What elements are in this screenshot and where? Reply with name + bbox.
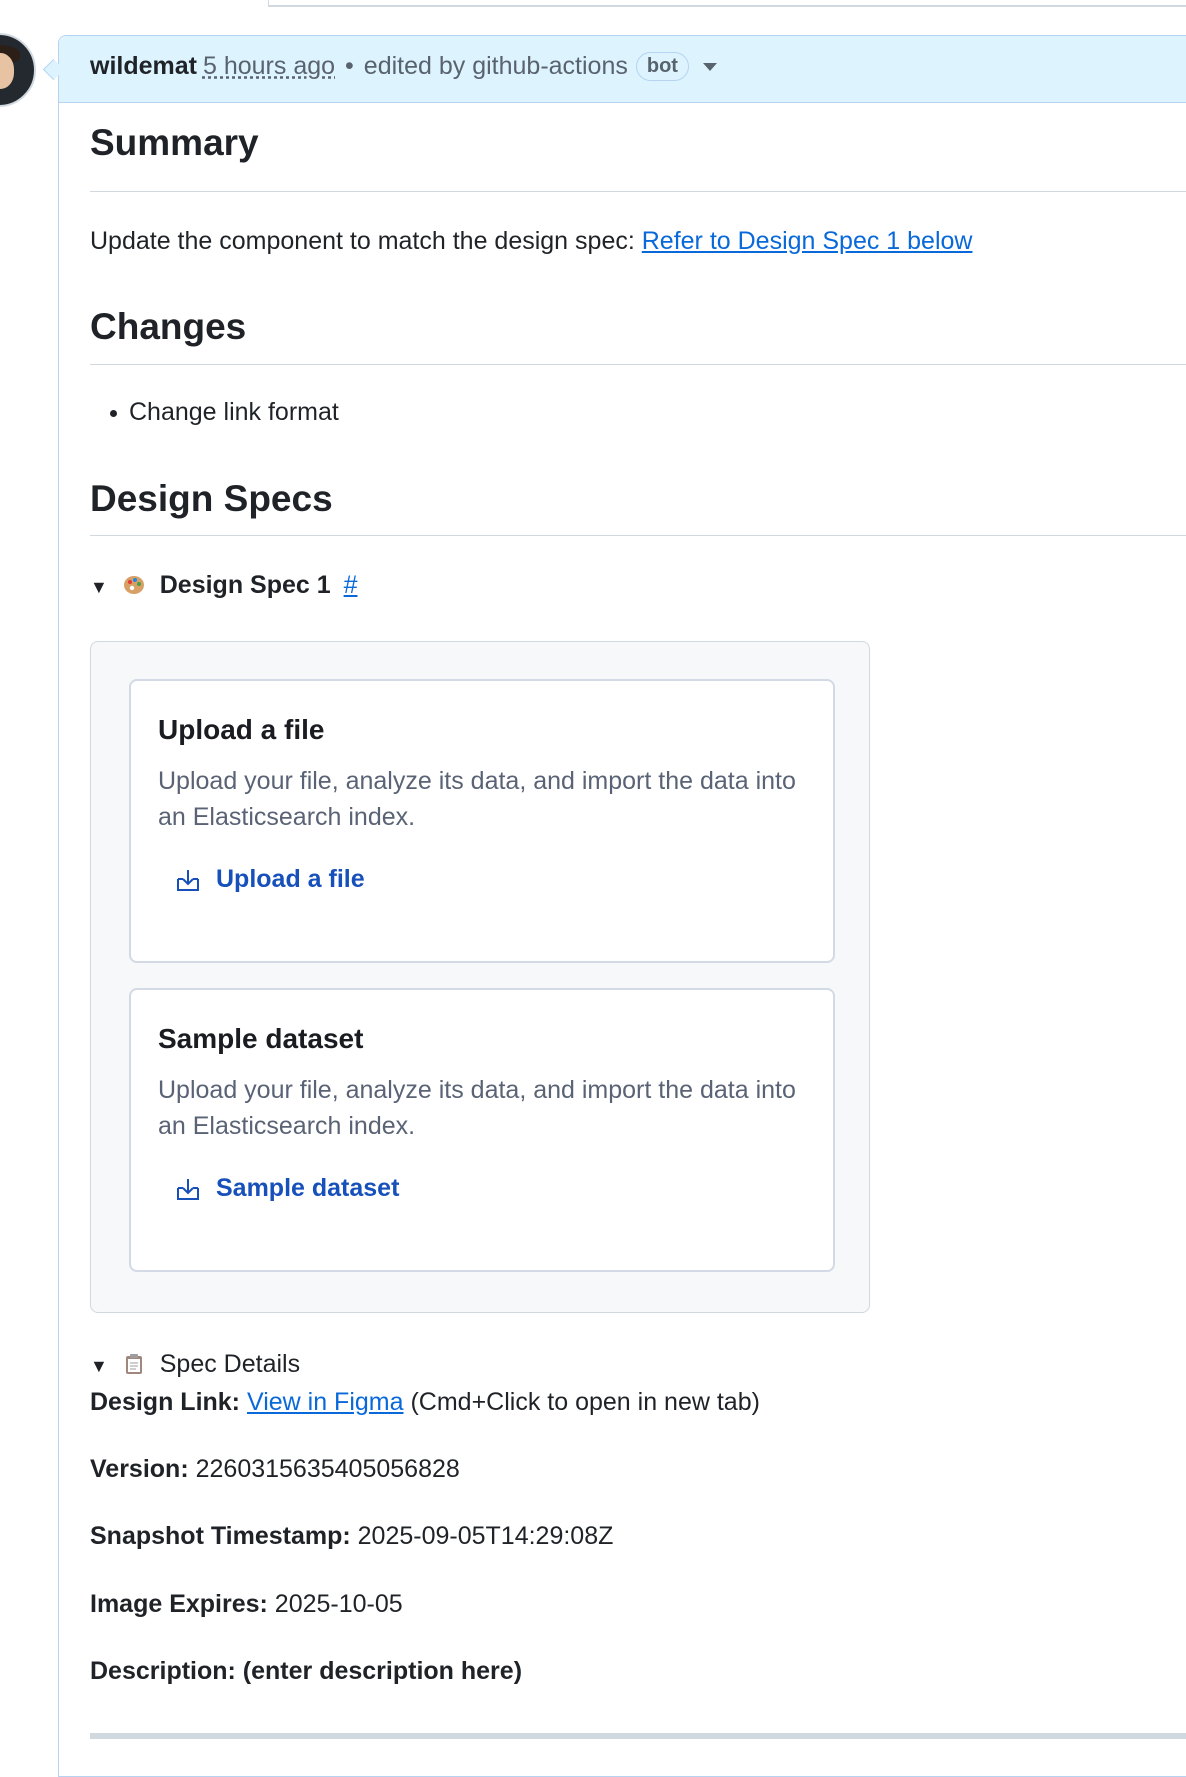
- edited-by-link[interactable]: edited by github-actions: [364, 52, 628, 81]
- upload-file-button[interactable]: Upload a file: [174, 865, 365, 894]
- summary-rule: [90, 191, 1186, 192]
- design-spec-1-summary[interactable]: ▼ Design Spec 1 #: [90, 571, 358, 600]
- card-description: Upload your file, analyze its data, and …: [158, 1076, 796, 1140]
- changes-rule: [90, 364, 1186, 365]
- card-action-label: Upload a file: [216, 865, 365, 893]
- snapshot-value: 2025-09-05T14:29:08Z: [350, 1522, 614, 1550]
- summary-text: Update the component to match the design…: [90, 227, 642, 255]
- header-separator: •: [345, 52, 354, 80]
- design-link-note: (Cmd+Click to open in new tab): [403, 1388, 760, 1416]
- comment-header-line: wildemat 5 hours ago • edited by github-…: [90, 52, 717, 81]
- spec-details-summary[interactable]: ▼ Spec Details: [90, 1350, 300, 1379]
- card-action-label: Sample dataset: [216, 1174, 400, 1202]
- design-specs-heading: Design Specs: [90, 478, 333, 519]
- description-label: Description: (enter description here): [90, 1657, 523, 1685]
- import-icon: [177, 869, 199, 891]
- comment-author[interactable]: wildemat: [90, 52, 197, 81]
- snapshot-row: Snapshot Timestamp: 2025-09-05T14:29:08Z: [90, 1522, 613, 1551]
- expand-triangle-icon: ▼: [90, 577, 108, 597]
- card-title: Upload a file: [158, 714, 325, 745]
- card-description: Upload your file, analyze its data, and …: [158, 767, 796, 831]
- comment-time[interactable]: 5 hours ago: [203, 52, 335, 81]
- clipboard-icon: [125, 1354, 142, 1374]
- expires-row: Image Expires: 2025-10-05: [90, 1590, 403, 1619]
- expand-triangle-icon: ▼: [90, 1356, 108, 1376]
- summary-paragraph: Update the component to match the design…: [90, 227, 972, 256]
- list-item-text: Change link format: [129, 398, 339, 426]
- previous-comment-border: [268, 0, 1186, 7]
- expires-label: Image Expires:: [90, 1590, 268, 1618]
- design-spec-link[interactable]: Refer to Design Spec 1 below: [642, 227, 973, 255]
- list-item: Change link format: [110, 398, 339, 427]
- card-title: Sample dataset: [158, 1023, 364, 1054]
- bullet-dot: [110, 409, 117, 417]
- version-row: Version: 2260315635405056828: [90, 1455, 460, 1484]
- avatar[interactable]: [0, 33, 36, 107]
- sample-dataset-button[interactable]: Sample dataset: [174, 1174, 399, 1203]
- design-link-label: Design Link:: [90, 1388, 241, 1416]
- expires-value: 2025-10-05: [267, 1590, 403, 1618]
- design-specs-rule: [90, 535, 1186, 536]
- spec-details-label: Spec Details: [159, 1350, 301, 1378]
- version-label: Version:: [90, 1455, 189, 1483]
- sample-dataset-card: Sample dataset Upload your file, analyze…: [129, 988, 835, 1272]
- summary-heading: Summary: [90, 122, 259, 163]
- bot-badge: bot: [635, 52, 689, 81]
- import-icon: [177, 1178, 199, 1200]
- dropdown-caret-icon[interactable]: [702, 62, 717, 71]
- horizontal-rule: [90, 1733, 1186, 1739]
- upload-file-card: Upload a file Upload your file, analyze …: [129, 679, 835, 963]
- description-row: Description: (enter description here): [90, 1657, 522, 1686]
- design-spec-image: Upload a file Upload your file, analyze …: [90, 641, 870, 1313]
- changes-heading: Changes: [90, 306, 247, 347]
- palette-icon: [123, 576, 144, 594]
- design-spec-1-title: Design Spec 1: [159, 571, 331, 599]
- figma-link[interactable]: View in Figma: [247, 1388, 404, 1416]
- snapshot-label: Snapshot Timestamp:: [90, 1522, 351, 1550]
- design-spec-1-anchor[interactable]: #: [344, 571, 358, 599]
- version-value: 2260315635405056828: [188, 1455, 460, 1483]
- design-link-row: Design Link: View in Figma (Cmd+Click to…: [90, 1388, 760, 1417]
